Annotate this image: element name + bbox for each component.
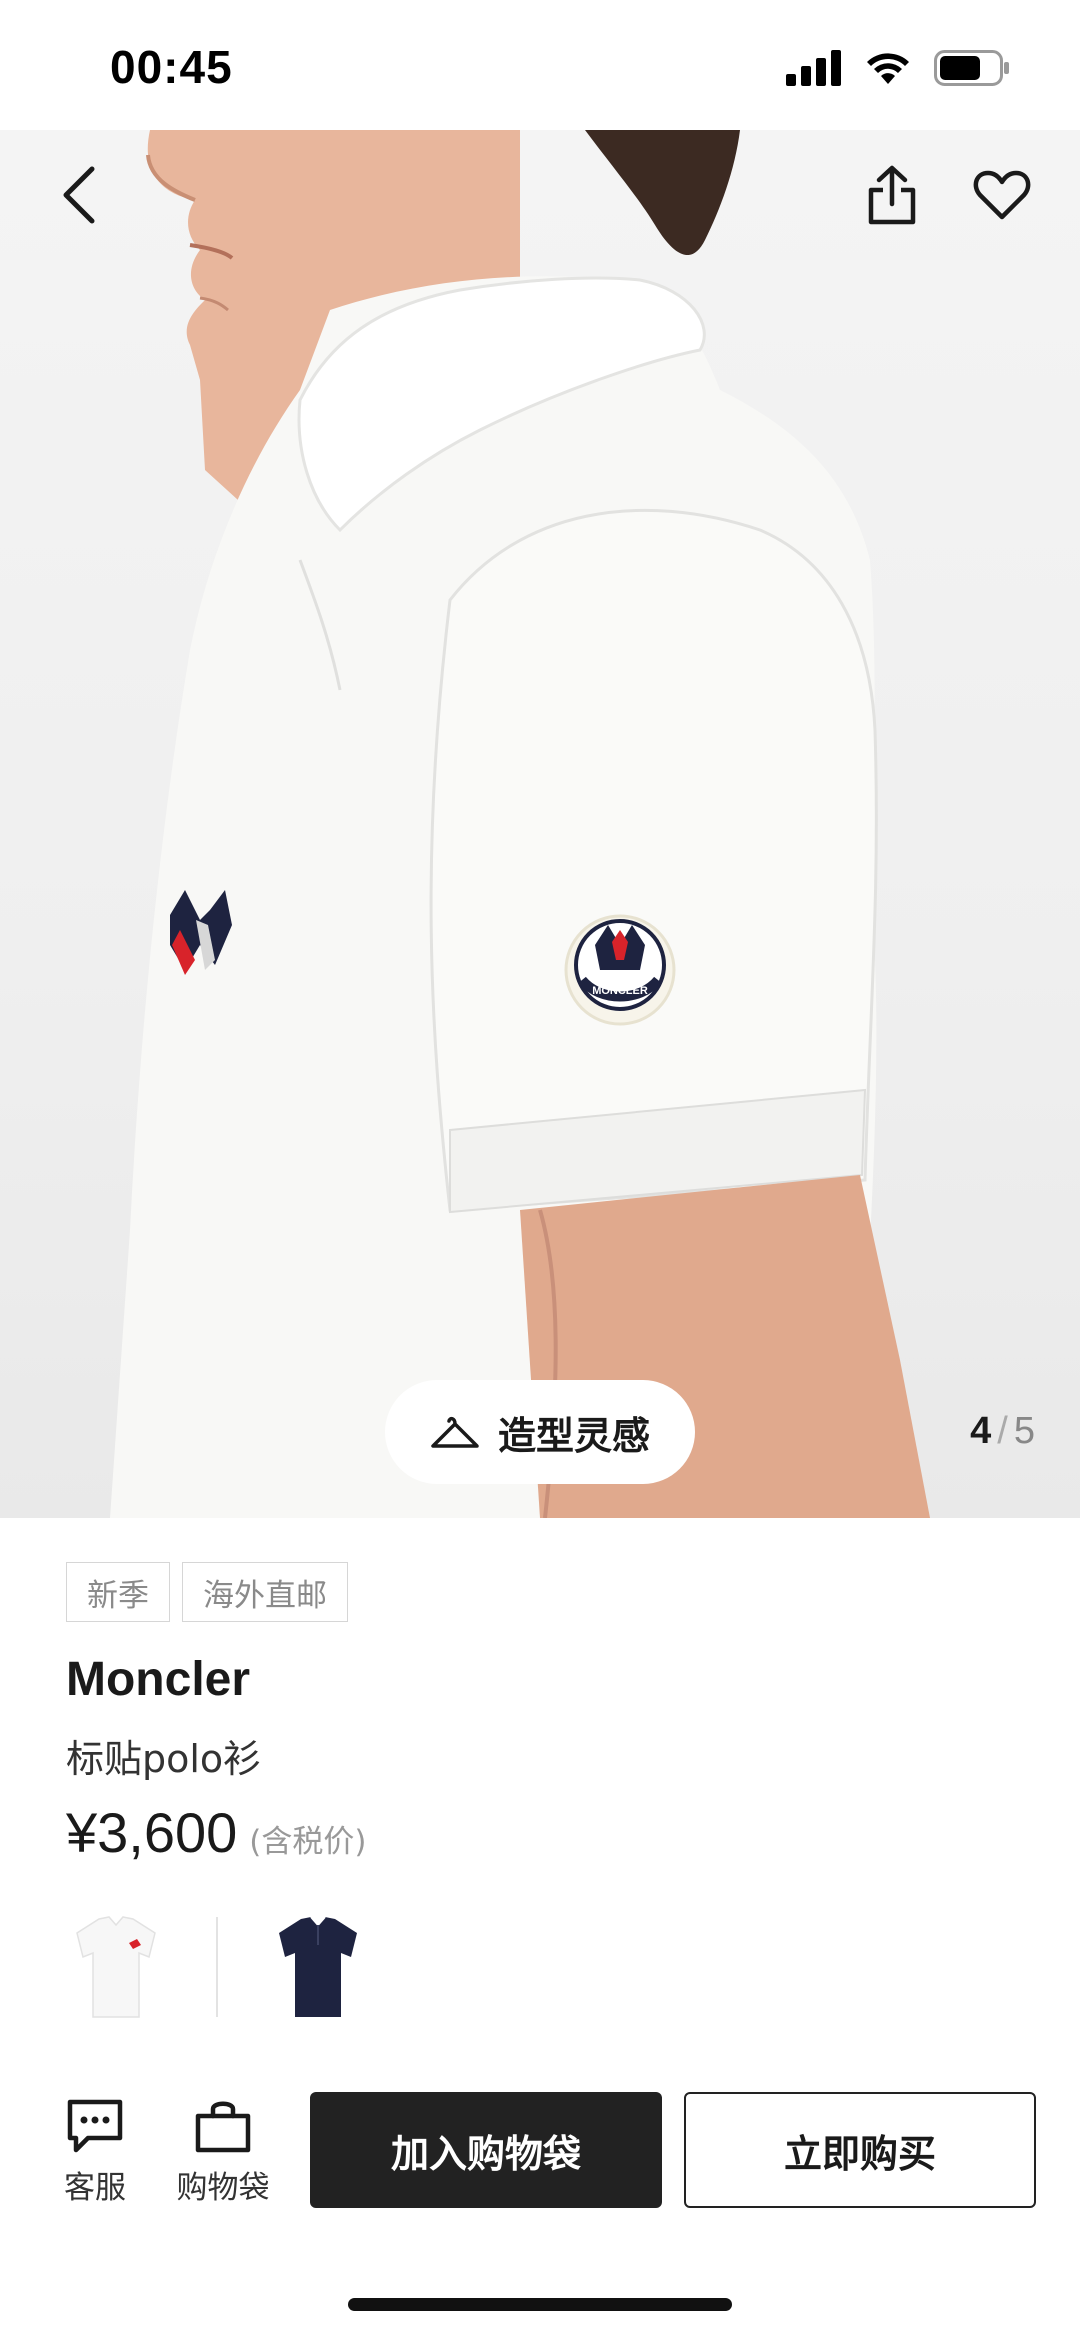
pager-total: 5 [1013,1410,1035,1452]
pager-current: 4 [970,1410,992,1452]
pager-separator: / [997,1410,1008,1452]
styling-label: 造型灵感 [497,1413,650,1458]
shopping-bag-button[interactable]: 购物袋 [168,2098,278,2228]
product-photo: MONCLER [110,130,930,1518]
back-icon [63,166,95,224]
swatch-divider [216,1917,218,2017]
styling-inspiration-button[interactable]: 造型灵感 [385,1380,695,1484]
bag-icon [195,2101,251,2153]
status-bar: 00:45 [0,0,1080,130]
back-button[interactable] [40,155,120,235]
tax-note: (含税价) [249,1824,367,1860]
customer-service-label: 客服 [64,2170,126,2206]
battery-icon [934,50,1009,86]
color-swatches [66,1912,368,2022]
signal-icon [786,50,841,86]
add-to-bag-button[interactable]: 加入购物袋 [310,2092,662,2208]
hanger-icon [431,1416,479,1448]
navy-polo-swatch[interactable] [268,1912,368,2022]
tag-overseas-shipping: 海外直邮 [182,1562,348,1622]
wifi-icon [867,53,909,84]
sleeve-patch-text: MONCLER [592,985,648,997]
shopping-bag-label: 购物袋 [176,2170,270,2206]
customer-service-button[interactable]: 客服 [40,2098,150,2228]
product-image-gallery[interactable]: MONCLER 造型灵感 4/5 [0,130,1080,1518]
product-tags: 新季 海外直邮 [66,1562,348,1622]
white-polo-swatch[interactable] [66,1912,166,2022]
status-time: 00:45 [110,41,233,93]
share-button[interactable] [852,155,932,235]
price-row: ¥3,600 (含税价) [66,1800,366,1865]
status-icons [786,50,1010,86]
share-icon [868,165,916,225]
tag-new-season: 新季 [66,1562,170,1622]
favorite-button[interactable] [962,155,1042,235]
home-indicator[interactable] [348,2298,732,2311]
heart-icon [973,170,1031,220]
product-name: 标贴polo衫 [66,1737,262,1781]
buy-now-button[interactable]: 立即购买 [684,2092,1036,2208]
brand-name[interactable]: Moncler [66,1652,250,1707]
image-pager: 4/5 [970,1410,1035,1453]
price: ¥3,600 [66,1801,238,1864]
chat-icon [67,2099,123,2153]
